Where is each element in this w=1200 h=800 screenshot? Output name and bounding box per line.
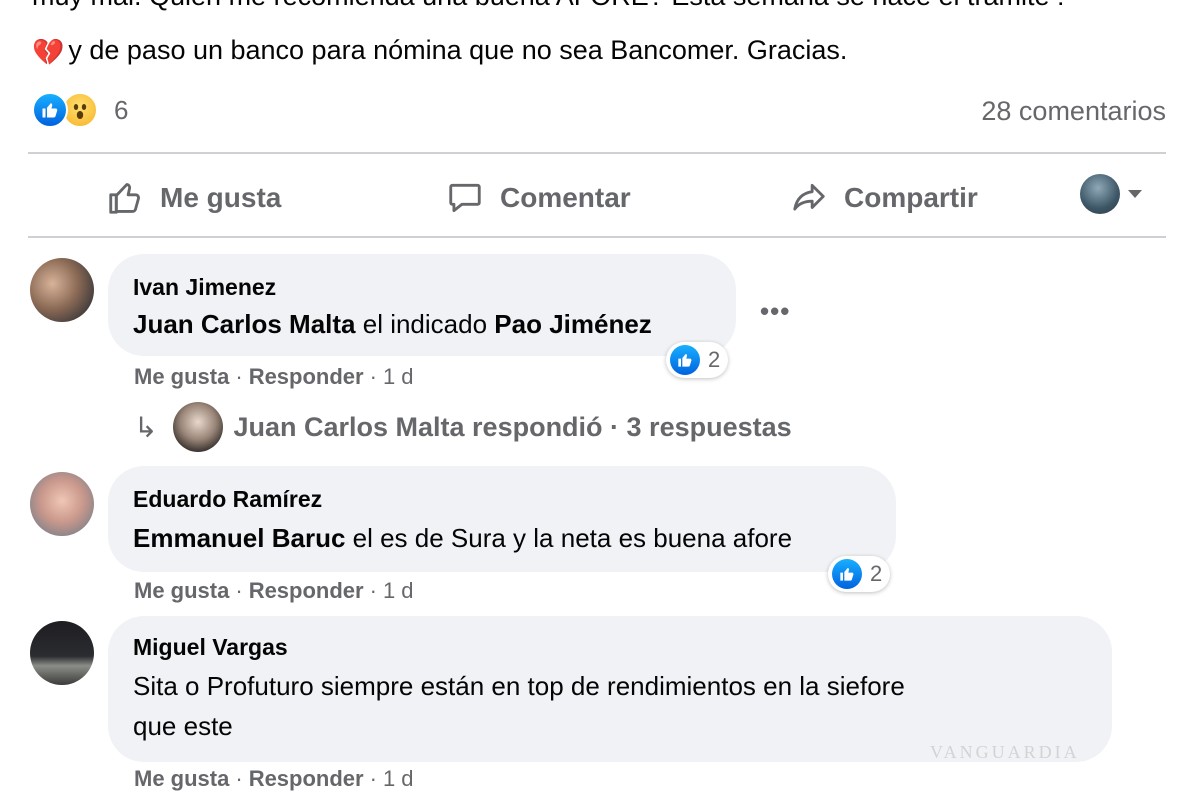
commenter-avatar[interactable] [30,258,94,322]
post-text-line2: 💔 y de paso un banco para nómina que no s… [32,32,847,70]
comment-reaction-count: 2 [870,561,883,586]
comment-button-label: Comentar [500,182,631,213]
comment-text-content: el es de Sura y la neta es buena afore [345,523,793,553]
like-icon [670,345,700,375]
share-button-label: Compartir [844,182,978,213]
thumb-up-outline-icon [109,183,140,214]
divider [28,236,1166,238]
comment-meta: Me gusta · Responder · 1 d [134,766,414,791]
reaction-profile-selector[interactable] [1080,174,1142,214]
comment-reactions[interactable]: 2 [666,342,729,378]
avatar [1080,174,1120,214]
comment-author[interactable]: Eduardo Ramírez [133,486,322,513]
like-button[interactable]: Me gusta [106,170,281,226]
mention-link[interactable]: Juan Carlos Malta [133,309,356,339]
comment-timestamp[interactable]: 1 d [383,578,414,603]
post-text-line1: muy mal. Quien me recomienda una buena A… [32,0,1065,14]
broken-heart-icon: 💔 [32,37,65,67]
comment-reply-link[interactable]: Responder [249,364,364,389]
comments-count-link[interactable]: 28 comentarios [981,96,1166,127]
reactions-summary[interactable]: 6 [32,90,128,130]
mention-link[interactable]: Pao Jiménez [494,309,652,339]
comment-like-link[interactable]: Me gusta [134,766,229,791]
comment-bubble: Eduardo Ramírez Emmanuel Baruc el es de … [108,466,896,572]
comment-reactions[interactable]: 2 [828,556,891,592]
comment-timestamp[interactable]: 1 d [383,766,414,791]
mention-link[interactable]: Emmanuel Baruc [133,523,345,553]
comment-icon [449,183,481,213]
comment-text-line1: Sita o Profuturo siempre están en top de… [133,671,905,701]
post-text-line2-content: y de paso un banco para nómina que no se… [68,35,848,65]
comment-meta: Me gusta · Responder · 1 d [134,578,414,603]
comment-like-link[interactable]: Me gusta [134,364,229,389]
share-icon [793,183,825,211]
comment-reply-link[interactable]: Responder [249,766,364,791]
more-icon[interactable]: ••• [760,296,790,327]
commenter-avatar[interactable] [30,621,94,685]
view-replies-link[interactable]: ↳ Juan Carlos Malta respondió · 3 respue… [134,402,792,452]
avatar [173,402,224,452]
comment-meta: Me gusta · Responder · 1 d [134,364,414,389]
watermark: VANGUARDIA [930,742,1080,762]
divider [28,152,1166,154]
like-icon [832,559,862,589]
chevron-down-icon [1128,190,1142,198]
comment-author[interactable]: Ivan Jimenez [133,274,276,301]
comment-button[interactable]: Comentar [446,170,631,226]
like-icon [32,92,68,128]
reaction-count: 6 [114,94,129,125]
comment-reaction-count: 2 [708,347,721,372]
comment-text: Juan Carlos Malta el indicado Pao Jiméne… [133,304,652,344]
comment-text: Emmanuel Baruc el es de Sura y la neta e… [133,518,792,558]
replies-label: Juan Carlos Malta respondió · 3 respuest… [233,411,792,442]
comment-author[interactable]: Miguel Vargas [133,634,288,661]
comment-reply-link[interactable]: Responder [249,578,364,603]
like-button-label: Me gusta [160,182,282,213]
commenter-avatar[interactable] [30,472,94,536]
comment-like-link[interactable]: Me gusta [134,578,229,603]
comment-text-line2: que este [133,711,233,741]
comment-timestamp[interactable]: 1 d [383,364,414,389]
reply-arrow-icon: ↳ [134,411,158,443]
comment-bubble: Miguel Vargas Sita o Profuturo siempre e… [108,616,1112,762]
comment-bubble: Ivan Jimenez Juan Carlos Malta el indica… [108,254,736,356]
comment-text-content: el indicado [355,309,495,339]
share-button[interactable]: Compartir [790,170,978,226]
